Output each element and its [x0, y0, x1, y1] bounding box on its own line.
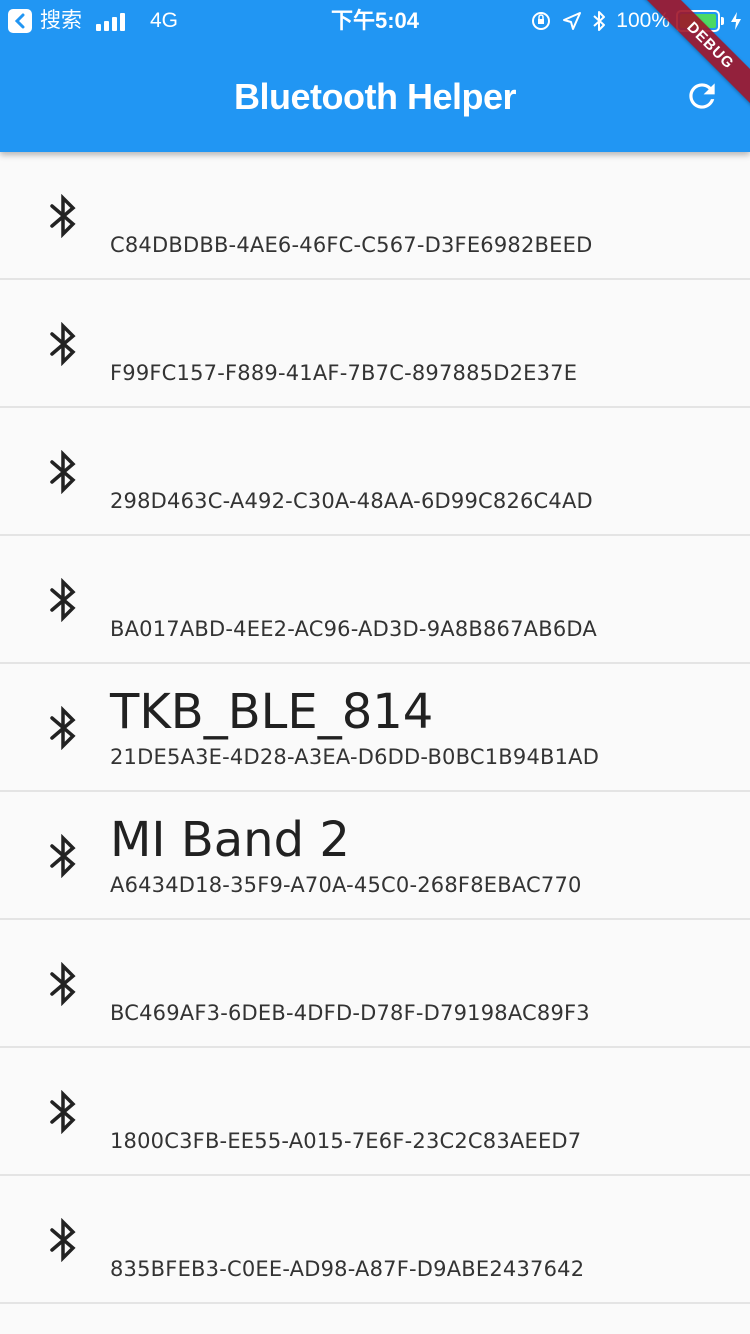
app-bar: 搜索 4G 下午5:04 100% Bluetooth Helper — [0, 0, 750, 152]
device-id: 21DE5A3E-4D28-A3EA-D6DD-B0BC1B94B1AD — [110, 745, 600, 769]
bluetooth-icon — [48, 449, 78, 495]
device-id: C84DBDBB-4AE6-46FC-C567-D3FE6982BEED — [110, 233, 593, 257]
device-id: BA017ABD-4EE2-AC96-AD3D-9A8B867AB6DA — [110, 617, 597, 641]
device-id: 835BFEB3-C0EE-AD98-A87F-D9ABE2437642 — [110, 1257, 585, 1281]
bluetooth-icon — [48, 321, 78, 367]
device-id: BC469AF3-6DEB-4DFD-D78F-D79198AC89F3 — [110, 1001, 590, 1025]
bluetooth-status-icon — [592, 10, 606, 32]
device-list-item[interactable]: BA017ABD-4EE2-AC96-AD3D-9A8B867AB6DA — [0, 536, 750, 664]
device-list-item[interactable]: 298D463C-A492-C30A-48AA-6D99C826C4AD — [0, 408, 750, 536]
device-list-item[interactable]: BC469AF3-6DEB-4DFD-D78F-D79198AC89F3 — [0, 920, 750, 1048]
device-list-item[interactable]: TKB_BLE_814 21DE5A3E-4D28-A3EA-D6DD-B0BC1… — [0, 664, 750, 792]
device-list-item[interactable]: MI Band 2 A6434D18-35F9-A70A-45C0-268F8EB… — [0, 792, 750, 920]
device-id: 1800C3FB-EE55-A015-7E6F-23C2C83AEED7 — [110, 1129, 582, 1153]
device-id: F99FC157-F889-41AF-7B7C-897885D2E37E — [110, 361, 578, 385]
bluetooth-icon — [48, 577, 78, 623]
bluetooth-icon — [48, 1217, 78, 1263]
refresh-icon — [683, 77, 721, 120]
orientation-lock-icon — [530, 10, 552, 32]
charging-icon — [730, 11, 742, 31]
bluetooth-icon — [48, 705, 78, 751]
bluetooth-icon — [48, 1089, 78, 1135]
bluetooth-icon — [48, 833, 78, 879]
device-id: 298D463C-A492-C30A-48AA-6D99C826C4AD — [110, 489, 593, 513]
device-list-item[interactable]: 1800C3FB-EE55-A015-7E6F-23C2C83AEED7 — [0, 1048, 750, 1176]
device-list-item[interactable]: C84DBDBB-4AE6-46FC-C567-D3FE6982BEED — [0, 152, 750, 280]
device-id: A6434D18-35F9-A70A-45C0-268F8EBAC770 — [110, 873, 582, 897]
device-list-item[interactable]: 835BFEB3-C0EE-AD98-A87F-D9ABE2437642 — [0, 1176, 750, 1304]
refresh-button[interactable] — [680, 76, 724, 120]
device-list: C84DBDBB-4AE6-46FC-C567-D3FE6982BEED F99F… — [0, 152, 750, 1304]
status-bar: 搜索 4G 下午5:04 100% — [0, 0, 750, 40]
location-icon — [562, 11, 582, 31]
device-name: TKB_BLE_814 — [110, 684, 434, 740]
bluetooth-icon — [48, 961, 78, 1007]
device-list-item[interactable]: F99FC157-F889-41AF-7B7C-897885D2E37E — [0, 280, 750, 408]
page-title: Bluetooth Helper — [233, 76, 517, 117]
bluetooth-icon — [48, 193, 78, 239]
device-name: MI Band 2 — [110, 812, 350, 868]
